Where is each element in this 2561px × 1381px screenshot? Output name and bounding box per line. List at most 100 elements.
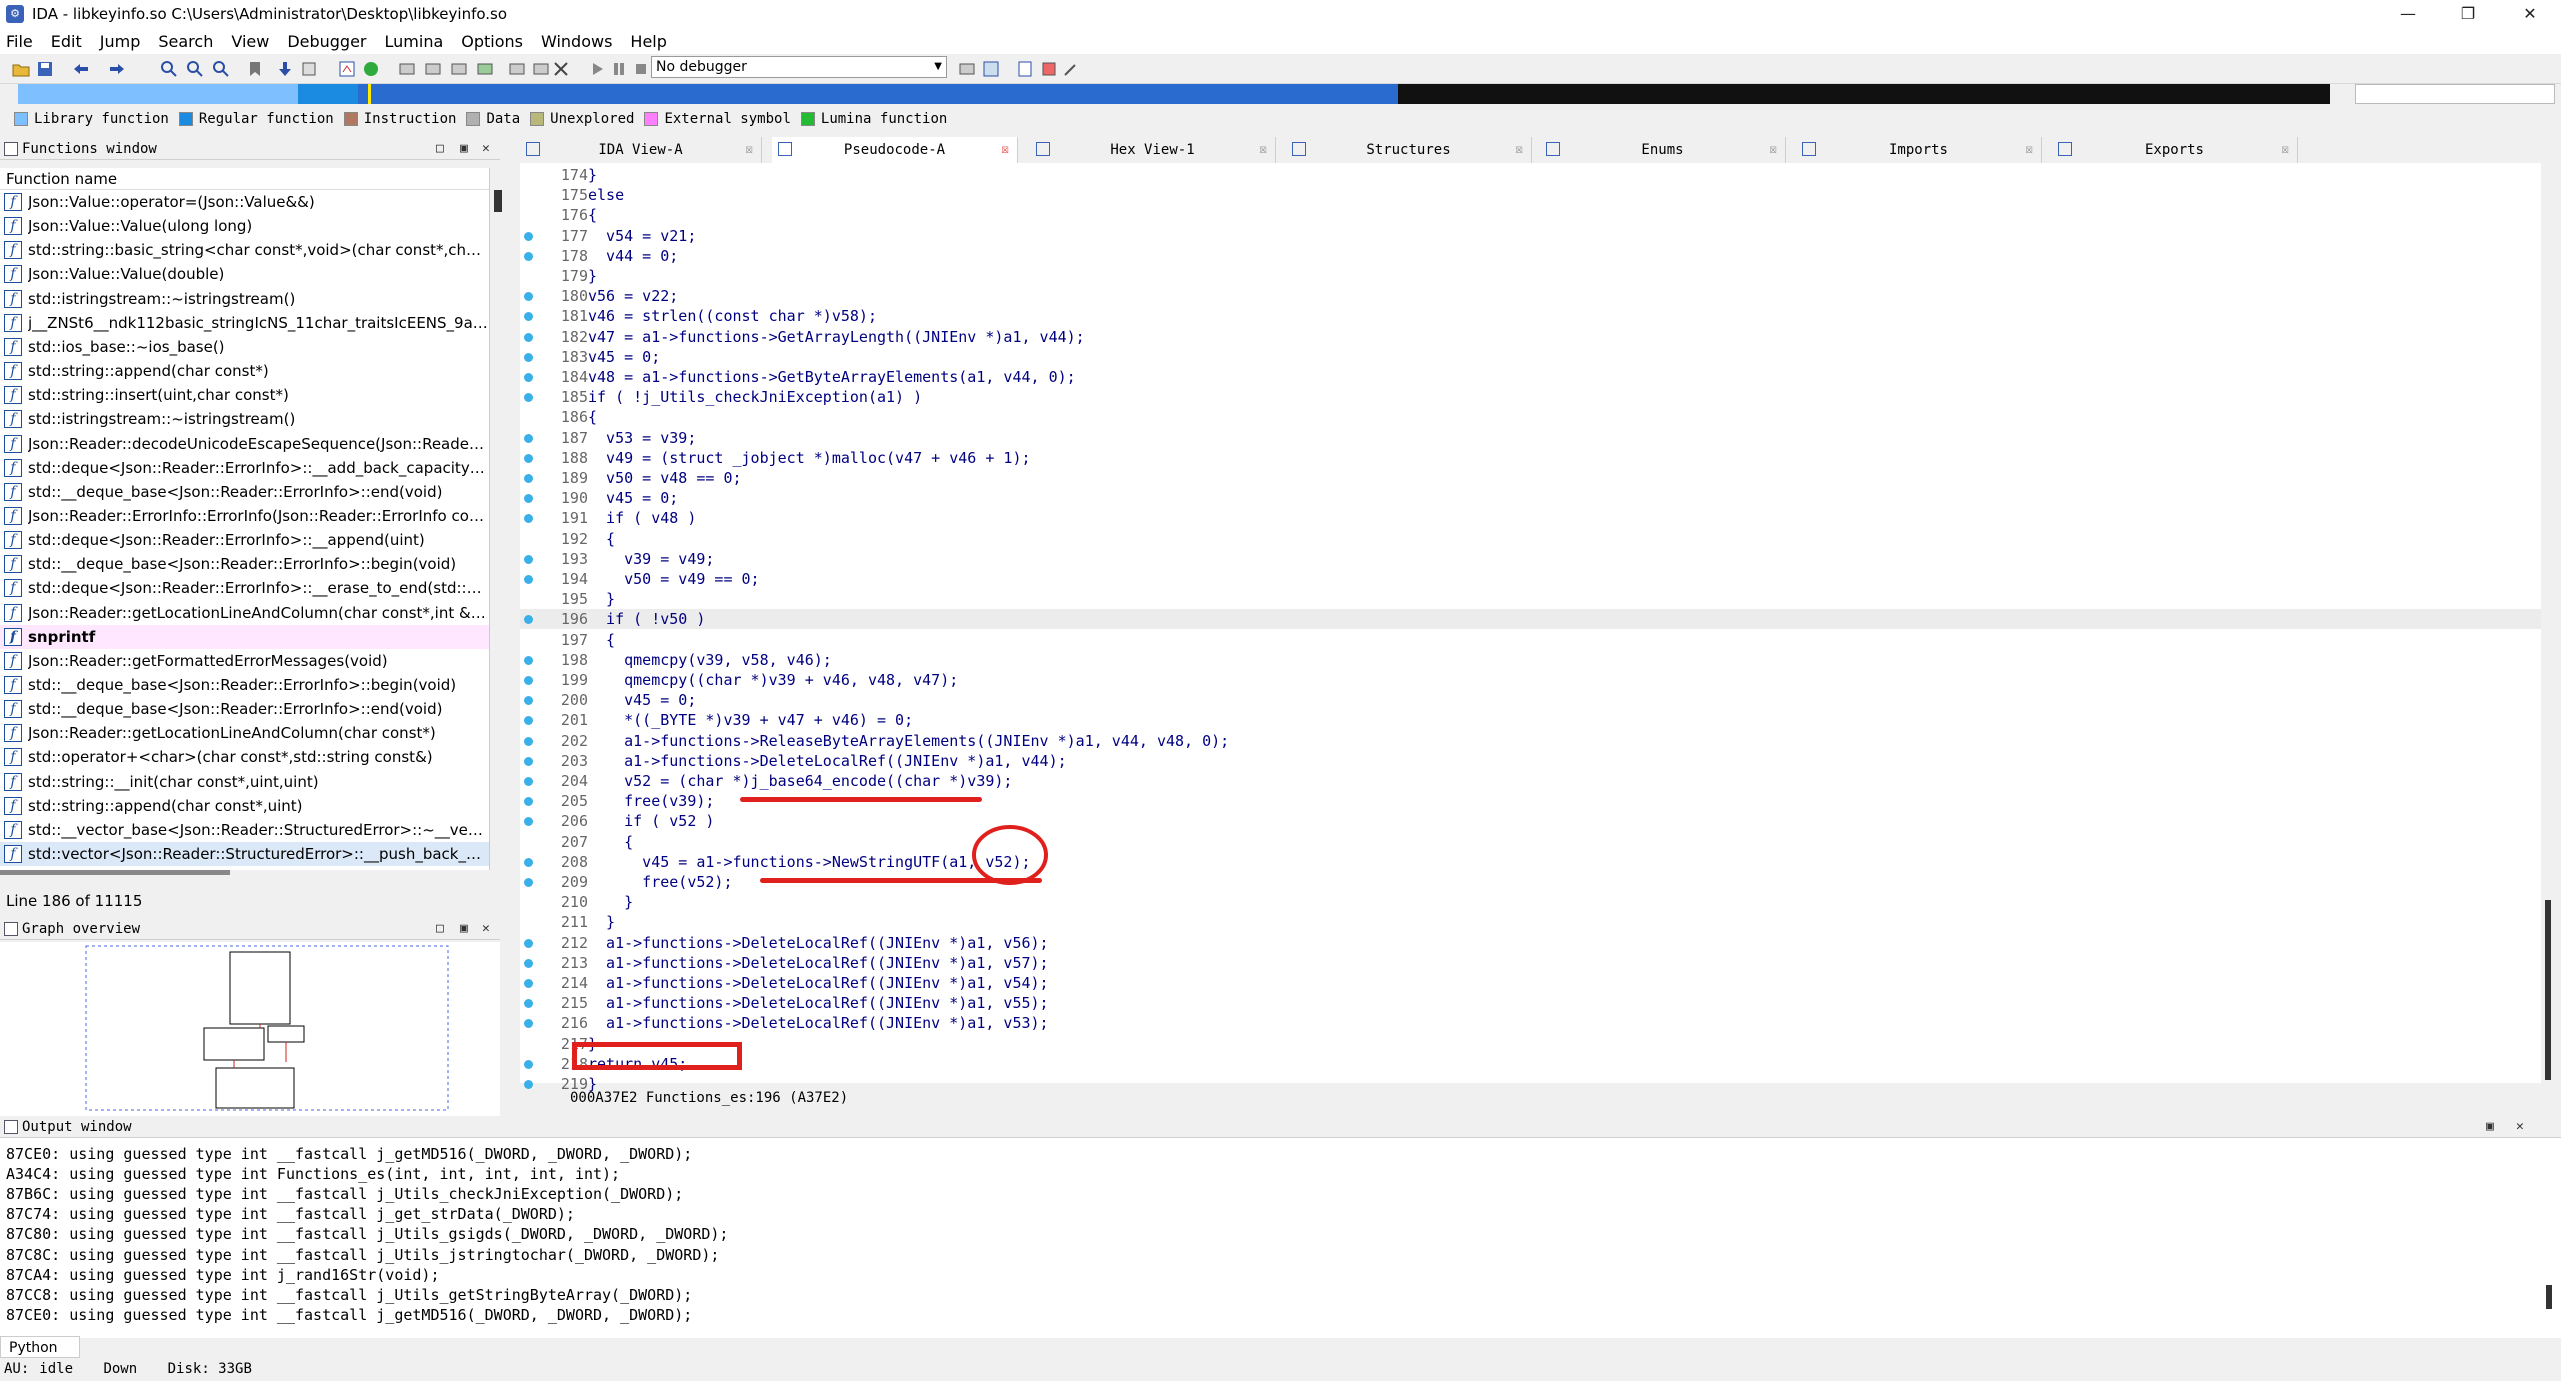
code-text[interactable]: { (588, 529, 615, 549)
function-list-item[interactable]: f std::__deque_base<Json::Reader::ErrorIn… (0, 480, 489, 504)
function-list-item[interactable]: f std::operator+<char>(char const*,std::s… (0, 745, 489, 769)
back-arrow-icon[interactable] (72, 60, 90, 78)
code-text[interactable]: qmemcpy((char *)v39 + v46, v48, v47); (588, 670, 958, 690)
breakpoint-dot-icon[interactable] (524, 292, 533, 302)
function-list-item[interactable]: f Json::Reader::decodeUnicodeEscapeSequen… (0, 432, 489, 456)
restore-icon[interactable]: ▣ (460, 138, 468, 160)
breakpoint-dot-icon[interactable] (524, 514, 533, 524)
function-list-item[interactable]: f Json::Reader::getLocationLineAndColumn(… (0, 721, 489, 745)
functions-scrollbar-thumb[interactable] (494, 190, 502, 212)
breakpoint-dot-icon[interactable] (524, 474, 533, 483)
function-list-item[interactable]: f std::istringstream::~istringstream() (0, 287, 489, 311)
code-text[interactable]: if ( !v50 ) (588, 609, 705, 629)
tab-ida-view-a[interactable]: IDA View-A ☒ (520, 137, 762, 163)
function-list-item[interactable]: f std::istringstream::~istringstream() (0, 407, 489, 431)
stop-debug-icon[interactable] (632, 60, 650, 78)
code-text[interactable]: v56 = v22; (588, 286, 678, 306)
breakpoint-dot-icon[interactable] (524, 393, 533, 403)
function-list-item[interactable]: f Json::Value::Value(double) (0, 262, 489, 286)
code-text[interactable]: v45 = 0; (588, 488, 678, 508)
breakpoint-dot-icon[interactable] (524, 716, 533, 726)
code-line[interactable]: 208 v45 = a1->functions->NewStringUTF(a1… (520, 852, 2541, 872)
code-text[interactable]: { (588, 205, 597, 225)
breakpoint-dot-icon[interactable] (524, 857, 533, 867)
code-line[interactable]: 202 a1->functions->ReleaseByteArrayEleme… (520, 731, 2541, 751)
function-list-item[interactable]: f Json::Value::operator=(Json::Value&&) (0, 190, 489, 214)
code-line[interactable]: 185 if ( !j_Utils_checkJniException(a1) ) (520, 387, 2541, 407)
code-text[interactable]: v44 = 0; (588, 246, 678, 266)
code-line[interactable]: 180 v56 = v22; (520, 286, 2541, 306)
code-line[interactable]: 178 v44 = 0; (520, 246, 2541, 266)
close-icon[interactable]: ☒ (1769, 137, 1777, 163)
function-list-item[interactable]: f std::string::append(char const*,uint) (0, 794, 489, 818)
sync-icon[interactable] (982, 60, 1000, 78)
code-text[interactable]: v50 = v48 == 0; (588, 468, 741, 488)
menu-debugger[interactable]: Debugger (287, 32, 366, 51)
close-icon[interactable]: ☒ (2025, 137, 2033, 163)
code-text[interactable]: } (588, 165, 597, 185)
code-text[interactable]: if ( v48 ) (588, 508, 696, 528)
code-line[interactable]: 193 v39 = v49; (520, 549, 2541, 569)
breakpoint-dot-icon[interactable] (524, 494, 533, 504)
breakpoint-dot-icon[interactable] (524, 312, 533, 322)
debugger-select[interactable]: No debugger ▼ (651, 56, 947, 78)
array-icon[interactable] (476, 60, 494, 78)
code-line[interactable]: 184 v48 = a1->functions->GetByteArrayElem… (520, 367, 2541, 387)
breakpoint-dot-icon[interactable] (524, 655, 533, 665)
code-line[interactable]: 181 v46 = strlen((const char *)v58); (520, 306, 2541, 326)
code-text[interactable]: if ( !j_Utils_checkJniException(a1) ) (588, 387, 922, 407)
code-line[interactable]: 212 a1->functions->DeleteLocalRef((JNIEn… (520, 933, 2541, 953)
code-text[interactable]: v46 = strlen((const char *)v58); (588, 306, 877, 326)
code-text[interactable]: free(v39); (588, 791, 714, 811)
restore-icon[interactable]: ▣ (460, 918, 468, 940)
function-list-item[interactable]: f std::deque<Json::Reader::ErrorInfo>::__… (0, 456, 489, 480)
code-text[interactable]: free(v52); (588, 872, 732, 892)
breakpoint-dot-icon[interactable] (524, 453, 533, 463)
code-line[interactable]: 189 v50 = v48 == 0; (520, 468, 2541, 488)
run-green-icon[interactable] (362, 60, 380, 78)
code-line[interactable]: 217} (520, 1034, 2541, 1054)
code-line[interactable]: 215 a1->functions->DeleteLocalRef((JNIEn… (520, 993, 2541, 1013)
code-text[interactable]: } (588, 892, 633, 912)
function-list-item[interactable]: f Json::Reader::getLocationLineAndColumn(… (0, 601, 489, 625)
breakpoint-dot-icon[interactable] (524, 1019, 533, 1029)
function-list-item[interactable]: f std::deque<Json::Reader::ErrorInfo>::__… (0, 576, 489, 600)
restore-icon[interactable]: ▣ (2486, 1116, 2494, 1138)
code-text[interactable]: v39 = v49; (588, 549, 714, 569)
code-text[interactable]: v52 = (char *)j_base64_encode((char *)v3… (588, 771, 1012, 791)
function-list-item[interactable]: f std::string::insert(uint,char const*) (0, 383, 489, 407)
code-icon[interactable] (398, 60, 416, 78)
close-button[interactable]: ✕ (2502, 0, 2558, 28)
breakpoint-dot-icon[interactable] (524, 878, 533, 887)
code-text[interactable]: } (588, 912, 615, 932)
code-text[interactable]: { (588, 832, 633, 852)
graph-overview-canvas[interactable] (0, 942, 500, 1116)
code-line[interactable]: 196 if ( !v50 ) (520, 609, 2541, 630)
close-icon[interactable]: ☒ (745, 137, 753, 163)
tab-hex-view-1[interactable]: Hex View-1 ☒ (1030, 137, 1276, 163)
search-immediate-icon[interactable] (212, 60, 230, 78)
breakpoint-dot-icon[interactable] (524, 1080, 533, 1089)
float-icon[interactable]: □ (436, 138, 444, 160)
code-line[interactable]: 188 v49 = (struct _jobject *)malloc(v47 … (520, 448, 2541, 468)
breakpoint-dot-icon[interactable] (524, 817, 533, 827)
close-icon[interactable]: ☒ (1259, 137, 1267, 163)
forward-arrow-icon[interactable] (108, 60, 126, 78)
function-list-item[interactable]: f Json::Reader::getFormattedErrorMessages… (0, 649, 489, 673)
pseudocode-scrollbar-thumb[interactable] (2545, 900, 2551, 1080)
function-list-item[interactable]: f Json::Reader::ErrorInfo::ErrorInfo(Json… (0, 504, 489, 528)
calculator-icon[interactable] (1016, 60, 1034, 78)
menu-lumina[interactable]: Lumina (385, 32, 444, 51)
function-list-item[interactable]: f std::__vector_base<Json::Reader::Struct… (0, 818, 489, 842)
code-text[interactable]: v49 = (struct _jobject *)malloc(v47 + v4… (588, 448, 1030, 468)
code-text[interactable]: v53 = v39; (588, 428, 696, 448)
breakpoint-dot-icon[interactable] (524, 231, 533, 241)
function-name-header[interactable]: Function name (0, 168, 489, 190)
navigation-band[interactable] (18, 84, 2330, 104)
search-text-icon[interactable] (160, 60, 178, 78)
tab-pseudocode-a[interactable]: Pseudocode-A ☒ (772, 137, 1018, 163)
code-text[interactable]: *((_BYTE *)v39 + v47 + v46) = 0; (588, 710, 913, 730)
close-icon[interactable]: ✕ (2516, 1116, 2524, 1138)
function-list-item[interactable]: f std::string::__init(char const*,uint,ui… (0, 770, 489, 794)
code-line[interactable]: 203 a1->functions->DeleteLocalRef((JNIEn… (520, 751, 2541, 771)
